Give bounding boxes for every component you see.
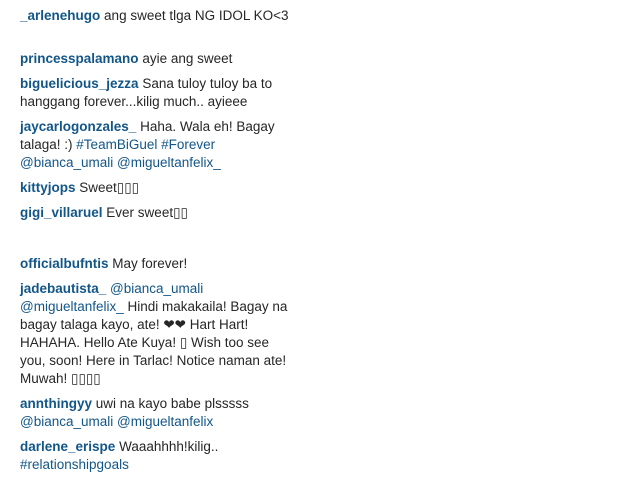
comment: princesspalamano ayie ang sweet: [20, 50, 298, 68]
comment-text: ayie ang sweet: [142, 51, 233, 66]
comment: annthingyy uwi na kayo babe plsssss @bianc…: [20, 395, 298, 431]
comment: darlene_erispe Waaahhhh!kilig.. #relations…: [20, 438, 298, 474]
comment-username[interactable]: _arlenehugo: [20, 8, 104, 23]
comment-username[interactable]: darlene_erispe: [20, 439, 119, 454]
comment: jadebautista_ @bianca_umali @migueltanfeli…: [20, 280, 298, 388]
comment-text: May forever!: [112, 256, 188, 271]
comment-text: Ever sweet▯▯: [106, 205, 188, 220]
mention-link[interactable]: @migueltanfelix: [117, 414, 213, 429]
mention-link[interactable]: @bianca_umali: [20, 155, 117, 170]
hashtag-link[interactable]: #Forever: [161, 137, 215, 152]
comment: kittyjops Sweet▯▯▯: [20, 179, 298, 197]
comment: _arlenehugo ang sweet tlga NG IDOL KO<3: [20, 7, 298, 25]
hashtag-link[interactable]: #TeamBiGuel: [76, 137, 161, 152]
comment-text: uwi na kayo babe plsssss: [95, 396, 249, 411]
comment-text: ang sweet tlga NG IDOL KO<3: [104, 8, 289, 23]
comment-username[interactable]: jaycarlogonzales_: [20, 119, 140, 134]
comment-username[interactable]: kittyjops: [20, 180, 79, 195]
comment: officialbufntis May forever!: [20, 255, 298, 273]
comment: biguelicious_jezza Sana tuloy tuloy ba to…: [20, 75, 298, 111]
hashtag-link[interactable]: #relationshipgoals: [20, 457, 129, 472]
comment-username[interactable]: biguelicious_jezza: [20, 76, 142, 91]
comment-username[interactable]: officialbufntis: [20, 256, 112, 271]
mention-link[interactable]: @migueltanfelix_: [20, 299, 128, 314]
comment: gigi_villaruel Ever sweet▯▯: [20, 204, 298, 222]
mention-link[interactable]: @bianca_umali: [20, 414, 117, 429]
comment-username[interactable]: jadebautista_: [20, 281, 110, 296]
mention-link[interactable]: @migueltanfelix_: [117, 155, 221, 170]
comment-username[interactable]: annthingyy: [20, 396, 96, 411]
comment: jaycarlogonzales_ Haha. Wala eh! Bagay ta…: [20, 118, 298, 172]
comment-list: _arlenehugo ang sweet tlga NG IDOL KO<3 p…: [0, 0, 631, 479]
comment-username[interactable]: gigi_villaruel: [20, 205, 106, 220]
comment-username[interactable]: princesspalamano: [20, 51, 142, 66]
comment-text: Sweet▯▯▯: [79, 180, 140, 195]
comment-text: Waaahhhh!kilig..: [119, 439, 219, 454]
mention-link[interactable]: @bianca_umali: [110, 281, 203, 296]
